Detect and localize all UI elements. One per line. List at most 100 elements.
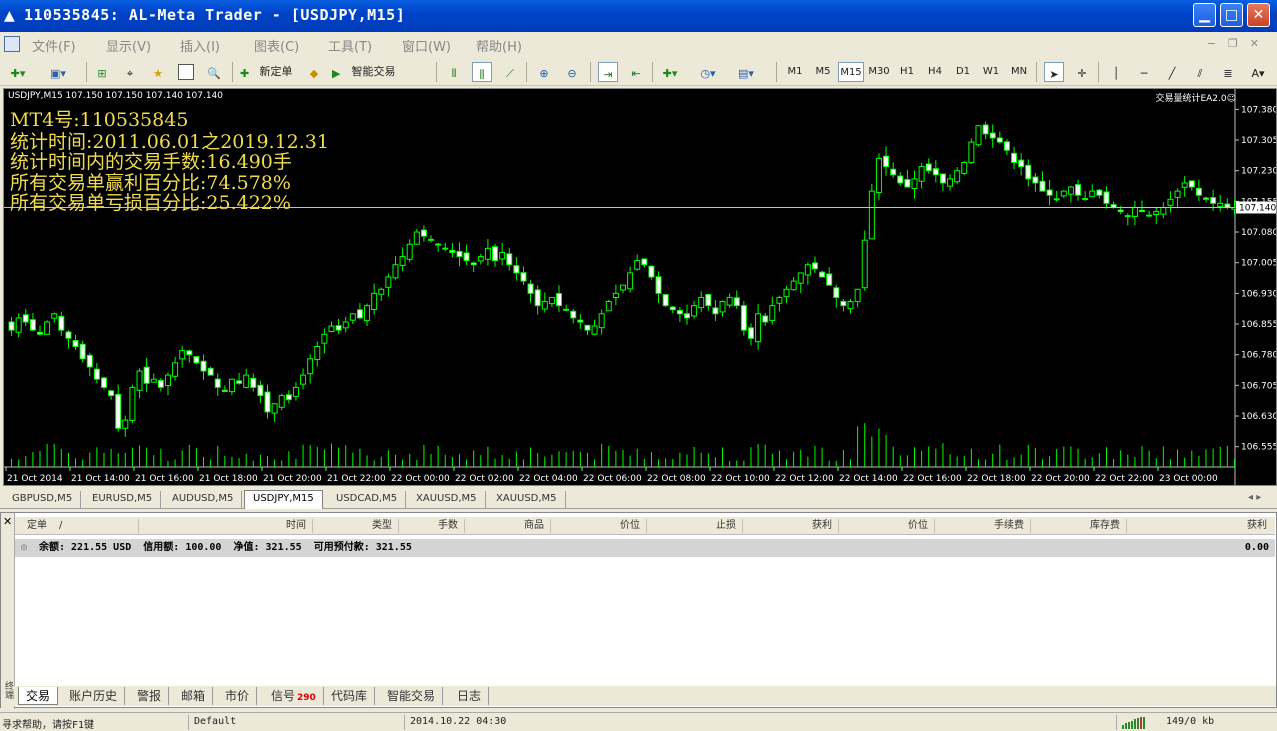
- toolbar-separator: [436, 62, 437, 82]
- close-button[interactable]: ✕: [1247, 3, 1270, 27]
- menu-charts[interactable]: 图表(C): [254, 36, 299, 55]
- metaeditor-button[interactable]: ◆: [304, 62, 324, 82]
- candle-body: [570, 310, 577, 319]
- price-chart[interactable]: 107.380107.305107.230107.155107.080107.0…: [3, 88, 1277, 486]
- terminal-close-icon[interactable]: ✕: [3, 515, 12, 528]
- channel-button[interactable]: ⫽: [1190, 62, 1210, 82]
- chart-shift-button[interactable]: ⇤: [626, 62, 646, 82]
- profiles-button[interactable]: ▣▾: [48, 62, 68, 82]
- col-lots[interactable]: 手数: [399, 519, 465, 533]
- timeframe-mn[interactable]: MN: [1006, 62, 1032, 82]
- candle-body: [548, 296, 555, 305]
- timeframe-d1[interactable]: D1: [950, 62, 976, 82]
- signals-badge: 290: [297, 693, 316, 703]
- templates-button[interactable]: ▤▾: [736, 62, 756, 82]
- col-type[interactable]: 类型: [313, 519, 399, 533]
- tab-mailbox[interactable]: 邮箱: [174, 687, 214, 705]
- candle-body: [484, 247, 491, 260]
- document-icon[interactable]: [4, 36, 20, 52]
- candle-body: [1153, 211, 1160, 216]
- col-time[interactable]: 时间: [139, 519, 313, 533]
- chart-tab-gbpusd[interactable]: GBPUSD,M5: [4, 491, 82, 508]
- cursor-tool-button[interactable]: ➤: [1044, 62, 1064, 82]
- vertical-line-button[interactable]: │: [1106, 62, 1126, 82]
- crosshair-tool-button[interactable]: ✛: [1072, 62, 1092, 82]
- tab-journal[interactable]: 日志: [450, 687, 490, 705]
- status-profile[interactable]: Default: [194, 716, 236, 727]
- timeframe-m5[interactable]: M5: [810, 62, 836, 82]
- tab-account-history[interactable]: 账户历史: [62, 687, 126, 705]
- zoom-in-button[interactable]: ⊕: [534, 62, 554, 82]
- tab-alerts[interactable]: 警报: [130, 687, 170, 705]
- tab-code-base[interactable]: 代码库: [324, 687, 376, 705]
- chart-tab-eurusd[interactable]: EURUSD,M5: [84, 491, 162, 508]
- terminal-sidebar: ✕ 终端: [1, 513, 15, 709]
- timeframe-m15[interactable]: M15: [838, 62, 864, 82]
- tab-trade[interactable]: 交易: [18, 687, 59, 705]
- status-separator: [404, 715, 405, 730]
- col-current-price[interactable]: 价位: [839, 519, 935, 533]
- menu-insert[interactable]: 插入(I): [180, 36, 220, 55]
- favorites-button[interactable]: ★: [148, 62, 168, 82]
- horizontal-line-icon: ─: [1140, 67, 1148, 80]
- candle-body: [164, 374, 171, 386]
- candle-body: [676, 309, 683, 315]
- indicators-button[interactable]: ✚▾: [660, 62, 680, 82]
- tab-experts[interactable]: 智能交易: [380, 687, 444, 705]
- periods-button[interactable]: ◷▾: [698, 62, 718, 82]
- timeframe-h1[interactable]: H1: [894, 62, 920, 82]
- col-sort[interactable]: /: [59, 519, 139, 533]
- col-symbol[interactable]: 商品: [465, 519, 551, 533]
- col-swap[interactable]: 库存费: [1031, 519, 1127, 533]
- chart-tab-usdjpy[interactable]: USDJPY,M15: [244, 490, 323, 509]
- zoom-out-button[interactable]: ⊖: [562, 62, 582, 82]
- timeframe-m30[interactable]: M30: [866, 62, 892, 82]
- col-sl[interactable]: 止损: [647, 519, 743, 533]
- navigator-button[interactable]: ⌖: [120, 62, 140, 82]
- new-chart-button[interactable]: ✚▾: [8, 62, 28, 82]
- chart-tab-usdcad[interactable]: USDCAD,M5: [328, 491, 407, 508]
- terminal-button[interactable]: [176, 62, 196, 82]
- maximize-button[interactable]: □: [1220, 3, 1243, 27]
- menu-window[interactable]: 窗口(W): [402, 36, 451, 55]
- chart-tab-audusd[interactable]: AUDUSD,M5: [164, 491, 243, 508]
- menu-file[interactable]: 文件(F): [32, 36, 76, 55]
- mdi-window-controls[interactable]: −❐✕: [1207, 37, 1271, 50]
- text-label-icon: A▾: [1251, 67, 1265, 80]
- candle-body: [726, 296, 733, 306]
- candlestick-button[interactable]: ⫼: [472, 62, 492, 82]
- menu-view[interactable]: 显示(V): [106, 36, 151, 55]
- col-price[interactable]: 价位: [551, 519, 647, 533]
- bar-chart-button[interactable]: ⫴: [444, 62, 464, 82]
- horizontal-line-button[interactable]: ─: [1134, 62, 1154, 82]
- terminal-tabs: 交易 账户历史 警报 邮箱 市价 信号 290 代码库 智能交易 日志: [14, 686, 1276, 706]
- timeframe-m1[interactable]: M1: [782, 62, 808, 82]
- minimize-button[interactable]: ▁: [1193, 3, 1216, 27]
- balance-row[interactable]: ◎ 余额: 221.55 USD 信用额: 100.00 净值: 321.55 …: [15, 539, 1275, 557]
- tab-market[interactable]: 市价: [218, 687, 258, 705]
- tab-signals[interactable]: 信号 290: [264, 687, 324, 705]
- autoscroll-button[interactable]: ⇥: [598, 62, 618, 82]
- timeframe-h4[interactable]: H4: [922, 62, 948, 82]
- tab-scroll-arrows[interactable]: ◂ ▸: [1248, 492, 1261, 503]
- timeframe-w1[interactable]: W1: [978, 62, 1004, 82]
- col-profit[interactable]: 获利: [1127, 519, 1273, 533]
- new-order-button[interactable]: ✚ 新定单: [240, 62, 300, 82]
- menu-help[interactable]: 帮助(H): [476, 36, 522, 55]
- market-watch-button[interactable]: ⊞: [92, 62, 112, 82]
- candle-body: [804, 264, 811, 276]
- title-bar[interactable]: ▲ 110535845: AL-Meta Trader - [USDJPY,M1…: [0, 0, 1277, 32]
- chart-tab-xauusd-2[interactable]: XAUUSD,M5: [488, 491, 566, 508]
- fibonacci-button[interactable]: ≣: [1218, 62, 1238, 82]
- menu-tools[interactable]: 工具(T): [328, 36, 372, 55]
- text-label-button[interactable]: A▾: [1248, 62, 1268, 82]
- col-commission[interactable]: 手续费: [935, 519, 1031, 533]
- strategy-tester-button[interactable]: 🔍: [204, 62, 224, 82]
- expert-advisors-button[interactable]: ▶ 智能交易: [332, 62, 402, 82]
- time-tick-label: 21 Oct 18:00: [199, 474, 258, 484]
- zoom-in-icon: ⊕: [539, 67, 549, 80]
- trendline-button[interactable]: ╱: [1162, 62, 1182, 82]
- chart-tab-xauusd[interactable]: XAUUSD,M5: [408, 491, 486, 508]
- col-tp[interactable]: 获利: [743, 519, 839, 533]
- line-chart-button[interactable]: ⟋: [500, 62, 520, 82]
